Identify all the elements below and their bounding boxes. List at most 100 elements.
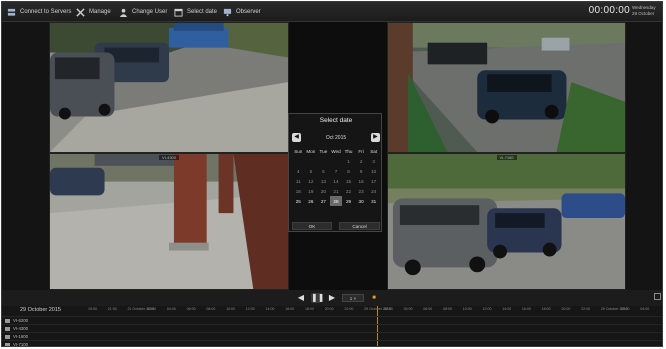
calendar-day[interactable]: 4	[292, 166, 305, 176]
cancel-button[interactable]: Cancel	[339, 222, 380, 230]
calendar-day[interactable]: 24	[367, 186, 380, 196]
tools-icon	[76, 7, 85, 17]
change-user-label: Change User	[132, 9, 168, 15]
calendar-week: 25 26 27 28 29 30 31	[292, 196, 380, 206]
calendar-day[interactable]: 17	[367, 176, 380, 186]
camera-view-3[interactable]: VI-4300	[49, 153, 289, 290]
prev-month-button[interactable]: ◀	[292, 133, 301, 142]
channel-name: VI-4300	[5, 325, 28, 332]
calendar-day	[317, 156, 330, 166]
timeline-tick: 02:00	[383, 307, 393, 311]
pause-icon[interactable]: ❚❚	[311, 293, 324, 303]
speed-select[interactable]: 1 ×	[342, 294, 364, 302]
timeline-tick: 10:00	[226, 307, 236, 311]
weekday-label: Fri	[358, 149, 364, 154]
weekday-label: Thu	[344, 149, 353, 154]
next-month-button[interactable]: ▶	[370, 133, 380, 142]
timeline-tick: 22:00	[344, 307, 354, 311]
calendar-day[interactable]: 6	[317, 166, 330, 176]
calendar-day[interactable]: 14	[330, 176, 343, 186]
calendar-day[interactable]: 20	[317, 186, 330, 196]
manage-button[interactable]: Manage	[76, 5, 111, 19]
left-panel	[2, 22, 49, 290]
calendar-day[interactable]: 30	[355, 196, 368, 206]
calendar-day[interactable]: 7	[330, 166, 343, 176]
calendar-day[interactable]: 29	[342, 196, 355, 206]
calendar-day[interactable]: 21	[330, 186, 343, 196]
expand-icon[interactable]	[654, 293, 661, 300]
top-toolbar: Connect to Servers Manage Change User Se…	[2, 2, 662, 22]
step-forward-icon[interactable]: ▶	[327, 293, 337, 303]
camera-view-4[interactable]: VI-7100	[387, 153, 626, 290]
timeline[interactable]: 29 October 2015 19:00 21:00 21 October 201…	[2, 306, 662, 347]
camera-icon	[5, 334, 10, 339]
calendar-day[interactable]: 3	[367, 156, 380, 166]
calendar-day[interactable]: 2	[355, 156, 368, 166]
camera-view-1[interactable]	[49, 22, 289, 153]
calendar-day[interactable]: 13	[317, 176, 330, 186]
calendar-day[interactable]: 9	[355, 166, 368, 176]
select-date-label: Select date	[187, 9, 218, 15]
calendar-icon	[174, 8, 183, 17]
calendar-day[interactable]: 11	[292, 176, 305, 186]
clock-date: Wednesday 28 October	[632, 5, 662, 17]
timeline-tick: 18:00	[304, 307, 314, 311]
connect-to-servers-button[interactable]: Connect to Servers	[7, 5, 71, 19]
timeline-tick: 02:00	[147, 307, 157, 311]
weekday-label: Mon	[306, 149, 316, 154]
timeline-tick: 12:00	[245, 307, 255, 311]
calendar-day[interactable]: 25	[292, 196, 305, 206]
calendar-day[interactable]: 12	[305, 176, 318, 186]
ok-button[interactable]: OK	[292, 222, 332, 230]
timeline-tick: 08:00	[443, 307, 453, 311]
select-date-button[interactable]: Select date	[174, 5, 217, 19]
bookmark-icon[interactable]: ■	[369, 293, 379, 303]
change-user-button[interactable]: Change User	[119, 5, 167, 19]
date-picker-title: Select date	[319, 117, 353, 124]
calendar-day[interactable]: 8	[342, 166, 355, 176]
calendar-day[interactable]: 23	[355, 186, 368, 196]
timeline-tick: 20:00	[561, 307, 571, 311]
calendar-day[interactable]: 22	[342, 186, 355, 196]
year-label: 2015	[335, 134, 347, 141]
channel-row[interactable]: VI-1600	[2, 332, 662, 340]
camera-view-2[interactable]	[387, 22, 626, 153]
channel-label: VI-7100	[13, 342, 29, 347]
calendar-week: 11 12 13 14 15 16 17	[292, 176, 380, 186]
calendar-day[interactable]: 16	[355, 176, 368, 186]
channel-row[interactable]: VI-6200	[2, 316, 662, 324]
channel-row[interactable]: VI-4300	[2, 324, 662, 332]
step-back-icon[interactable]: ◀	[296, 293, 306, 303]
camera-1-image	[50, 23, 288, 152]
calendar-day[interactable]: 5	[305, 166, 318, 176]
channel-row[interactable]: VI-7100	[2, 340, 662, 347]
clock-time: 00:00:00	[588, 5, 630, 16]
calendar-day[interactable]: 31	[367, 196, 380, 206]
timeline-ticks: 19:00 21:00 21 October 2015 02:00 04:00 06:00…	[88, 307, 660, 314]
calendar-day[interactable]: 10	[367, 166, 380, 176]
user-icon	[119, 8, 128, 17]
timeline-tick: 16:00	[285, 307, 295, 311]
calendar-day[interactable]: 28	[329, 196, 343, 206]
clock-day-month: 28 October	[632, 11, 655, 16]
calendar-day[interactable]: 27	[317, 196, 330, 206]
calendar-day	[305, 156, 318, 166]
timeline-date: 29 October 2015	[20, 307, 61, 313]
calendar-day[interactable]: 15	[342, 176, 355, 186]
timeline-tick: 14:00	[502, 307, 512, 311]
timeline-tick: 06:00	[186, 307, 196, 311]
channel-name: VI-6200	[5, 317, 28, 324]
camera-grid: VI-4300 VI-7100 Select date ◀ Oct 2015 ▶…	[2, 22, 662, 290]
calendar-day[interactable]: 1	[342, 156, 355, 166]
timeline-tick: 16:00	[521, 307, 531, 311]
calendar-day[interactable]: 19	[305, 186, 318, 196]
channel-label: VI-1600	[13, 334, 29, 339]
channel-label: VI-4300	[13, 326, 29, 331]
camera-2-image	[388, 23, 625, 152]
right-panel	[626, 22, 662, 290]
manage-label: Manage	[89, 9, 111, 15]
observer-button[interactable]: Observer	[223, 5, 261, 19]
calendar-day[interactable]: 18	[292, 186, 305, 196]
month-navigator: ◀ Oct 2015 ▶	[292, 133, 380, 142]
calendar-day[interactable]: 26	[305, 196, 318, 206]
